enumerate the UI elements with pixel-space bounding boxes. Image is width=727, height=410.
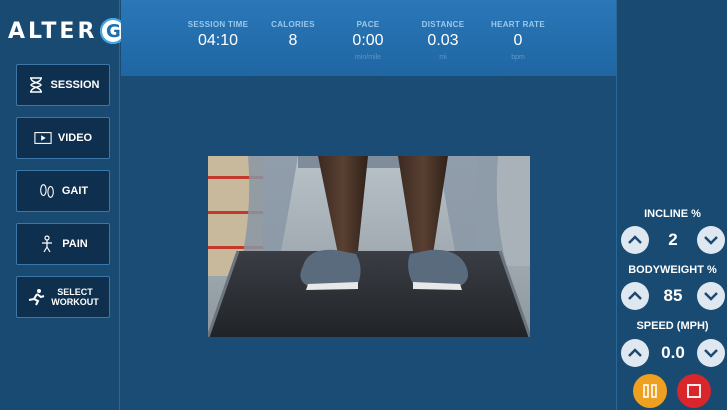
speed-up-button[interactable]: [621, 339, 649, 367]
chevron-down-icon: [704, 349, 718, 358]
alterg-logo: ALTER G: [8, 18, 127, 44]
stat-session-time: SESSION TIME 04:10: [178, 20, 258, 63]
stat-label: DISTANCE: [421, 20, 465, 29]
incline-value: 2: [668, 230, 678, 249]
speed-label: SPEED (MPH): [636, 320, 709, 332]
chevron-up-icon: [628, 291, 642, 300]
stat-value: 04:10: [197, 32, 239, 49]
stat-calories: CALORIES 8: [253, 20, 333, 63]
stat-label: PACE: [356, 20, 380, 29]
stat-label: SESSION TIME: [187, 20, 249, 29]
stat-value: 8: [288, 32, 298, 49]
hourglass-icon: [27, 76, 45, 94]
bodyweight-label: BODYWEIGHT %: [628, 264, 717, 276]
stat-unit: [253, 54, 333, 63]
right-control-panel: INCLINE % 2 BODYWEIGHT % 85 SPEED (MPH) …: [616, 0, 727, 410]
stat-value: 0.03: [427, 32, 459, 49]
select-workout-line1: SELECT: [57, 287, 93, 297]
logo-text: ALTER: [8, 18, 98, 44]
camera-image: [208, 156, 530, 337]
chevron-up-icon: [628, 348, 642, 357]
gait-label: GAIT: [61, 185, 89, 197]
pain-label: PAIN: [62, 238, 88, 250]
pain-button[interactable]: PAIN: [16, 223, 110, 265]
incline-up-button[interactable]: [621, 226, 649, 254]
runner-icon: [27, 288, 45, 306]
body-icon: [38, 235, 56, 253]
speed-value: 0.0: [661, 343, 685, 362]
left-sidebar: ALTER G SESSION VIDEO GAIT PAIN SELECT W…: [0, 0, 127, 410]
stop-icon: [687, 384, 701, 398]
stat-unit: [178, 54, 258, 63]
chevron-down-icon: [704, 236, 718, 245]
stat-pace: PACE 0:00 min/mile: [328, 20, 408, 63]
incline-down-button[interactable]: [697, 226, 725, 254]
video-button[interactable]: VIDEO: [16, 117, 110, 159]
video-label: VIDEO: [57, 132, 93, 144]
select-workout-label: SELECT WORKOUT: [51, 287, 99, 307]
treadmill-camera-feed: [208, 156, 530, 337]
session-button[interactable]: SESSION: [16, 64, 110, 106]
stat-unit: mi: [439, 54, 447, 61]
bodyweight-value: 85: [663, 286, 683, 305]
stat-value: 0: [513, 32, 523, 49]
chevron-down-icon: [704, 292, 718, 301]
stat-heart-rate: HEART RATE 0 bpm: [478, 20, 558, 63]
stat-distance: DISTANCE 0.03 mi: [403, 20, 483, 63]
stat-label: CALORIES: [271, 20, 315, 29]
stats-bar: SESSION TIME 04:10 CALORIES 8 PACE 0:00 …: [121, 0, 616, 76]
gait-button[interactable]: GAIT: [16, 170, 110, 212]
pause-icon: [643, 384, 657, 398]
video-icon: [34, 129, 52, 147]
session-label: SESSION: [50, 79, 100, 91]
speed-control: 0.0: [621, 338, 725, 368]
speed-down-button[interactable]: [696, 339, 725, 367]
bodyweight-down-button[interactable]: [696, 282, 725, 310]
bodyweight-up-button[interactable]: [621, 282, 649, 310]
chevron-up-icon: [628, 235, 642, 244]
select-workout-button[interactable]: SELECT WORKOUT: [16, 276, 110, 318]
stop-button[interactable]: [677, 374, 711, 408]
stat-unit: min/mile: [354, 54, 382, 61]
bodyweight-control: 85: [621, 281, 725, 311]
pause-button[interactable]: [633, 374, 667, 408]
stat-label: HEART RATE: [491, 20, 545, 29]
stat-unit: bpm: [511, 54, 525, 61]
incline-label: INCLINE %: [644, 208, 701, 220]
incline-control: 2: [621, 225, 725, 255]
stat-value: 0:00: [352, 32, 384, 49]
select-workout-line2: WORKOUT: [51, 297, 99, 307]
footprints-icon: [38, 182, 56, 200]
